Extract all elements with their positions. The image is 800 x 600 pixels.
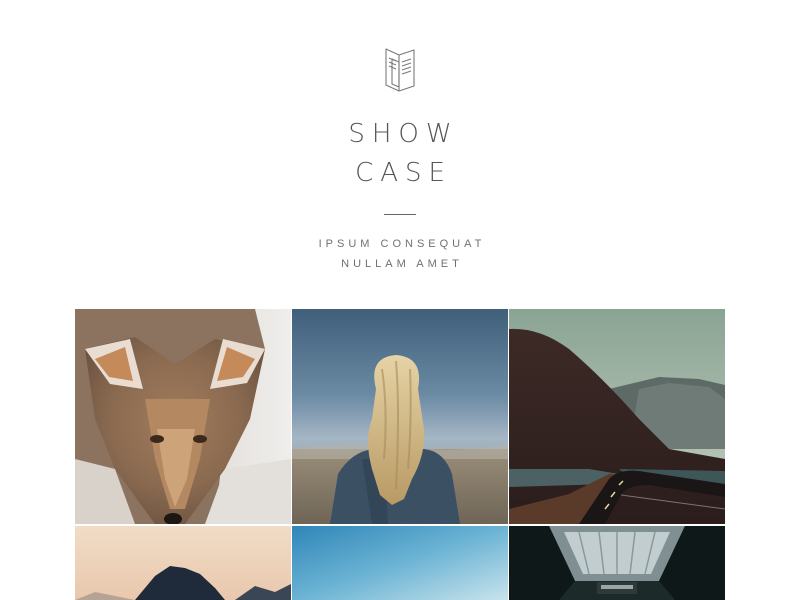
blue-sky-image xyxy=(292,526,508,600)
logo-link[interactable] xyxy=(383,45,417,93)
gallery-item-blue-sky[interactable] xyxy=(292,526,508,600)
gallery-item-mountain-road[interactable] xyxy=(509,309,725,524)
mountain-peak-image xyxy=(75,526,291,600)
woman-image xyxy=(292,309,508,524)
open-book-icon xyxy=(385,48,415,92)
mountain-road-image xyxy=(509,309,725,524)
gallery-grid xyxy=(75,309,725,600)
site-header: SHOW CASE IPSUM CONSEQUAT NULLAM AMET xyxy=(0,0,800,300)
gallery-item-woman[interactable] xyxy=(292,309,508,524)
gallery-item-mountain-peak[interactable] xyxy=(75,526,291,600)
page-title-line-2: CASE xyxy=(355,158,452,188)
gallery-item-coyote[interactable] xyxy=(75,309,291,524)
gallery-item-corridor[interactable] xyxy=(509,526,725,600)
page-title-line-1: SHOW xyxy=(348,119,459,149)
coyote-image xyxy=(75,309,291,524)
subtitle-line-1: IPSUM CONSEQUAT xyxy=(318,238,486,250)
title-divider xyxy=(384,214,416,215)
corridor-image xyxy=(509,526,725,600)
subtitle-line-2: NULLAM AMET xyxy=(341,258,463,270)
